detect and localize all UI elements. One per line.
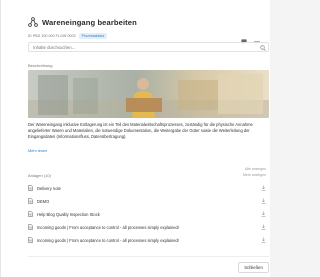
- show-more-link[interactable]: Mehr anzeigen: [243, 173, 266, 177]
- attachment-name: Help Blog Quality Inspection Stock: [37, 211, 100, 217]
- attachment-name: Delivery note: [37, 185, 61, 191]
- close-button[interactable]: Schließen: [238, 262, 269, 273]
- list-item[interactable]: Help Blog Quality Inspection Stock: [28, 209, 269, 219]
- comment-icon[interactable]: [241, 31, 247, 44]
- attachment-name: Incoming goods | From acceptance to cont…: [37, 237, 179, 243]
- list-item[interactable]: Delivery note: [28, 183, 269, 193]
- footer-divider: [28, 256, 269, 257]
- file-icon: [28, 237, 33, 243]
- attachments-label: Anlagen (10): [28, 173, 51, 178]
- list-item[interactable]: Incoming goods | From acceptance to cont…: [28, 222, 269, 232]
- list-item[interactable]: DEMO: [28, 196, 269, 206]
- file-icon: [28, 185, 33, 191]
- file-icon: [28, 224, 33, 230]
- description-text: Der Wareneingang inklusive Entlagerung i…: [28, 122, 253, 139]
- file-icon: [28, 211, 33, 217]
- status-badge: Prozessablauf: [78, 32, 108, 39]
- warehouse-photo: [28, 70, 269, 118]
- panel-header: Wareneingang bearbeiten: [28, 14, 264, 30]
- process-id: ID PBD 100 000 FLOW 0003: [28, 33, 76, 38]
- search-icon[interactable]: [260, 44, 266, 51]
- file-icon: [28, 198, 33, 204]
- download-icon[interactable]: [261, 211, 266, 217]
- download-icon[interactable]: [261, 224, 266, 230]
- download-icon[interactable]: [261, 185, 266, 191]
- attachment-name: Incoming goods | From acceptance to cont…: [37, 224, 179, 230]
- header-actions: [241, 31, 260, 44]
- meta-row: ID PBD 100 000 FLOW 0003 Prozessablauf: [28, 31, 264, 44]
- download-icon[interactable]: [261, 237, 266, 243]
- workflow-icon: [28, 17, 38, 27]
- read-more-link[interactable]: Mehr lesen: [28, 148, 47, 153]
- list-item[interactable]: Incoming goods | From acceptance to cont…: [28, 235, 269, 245]
- description-label: Beschreibung: [28, 63, 53, 68]
- detail-panel: Wareneingang bearbeiten ID PBD 100 000 F…: [0, 0, 270, 277]
- page-title: Wareneingang bearbeiten: [42, 17, 137, 27]
- process-image: [28, 70, 269, 118]
- attachment-name: DEMO: [37, 198, 50, 204]
- show-all-link[interactable]: Alle anzeigen: [245, 167, 266, 171]
- download-icon[interactable]: [261, 198, 266, 204]
- more-icon[interactable]: [254, 31, 260, 43]
- search-field: [28, 42, 269, 52]
- search-input[interactable]: [33, 44, 253, 51]
